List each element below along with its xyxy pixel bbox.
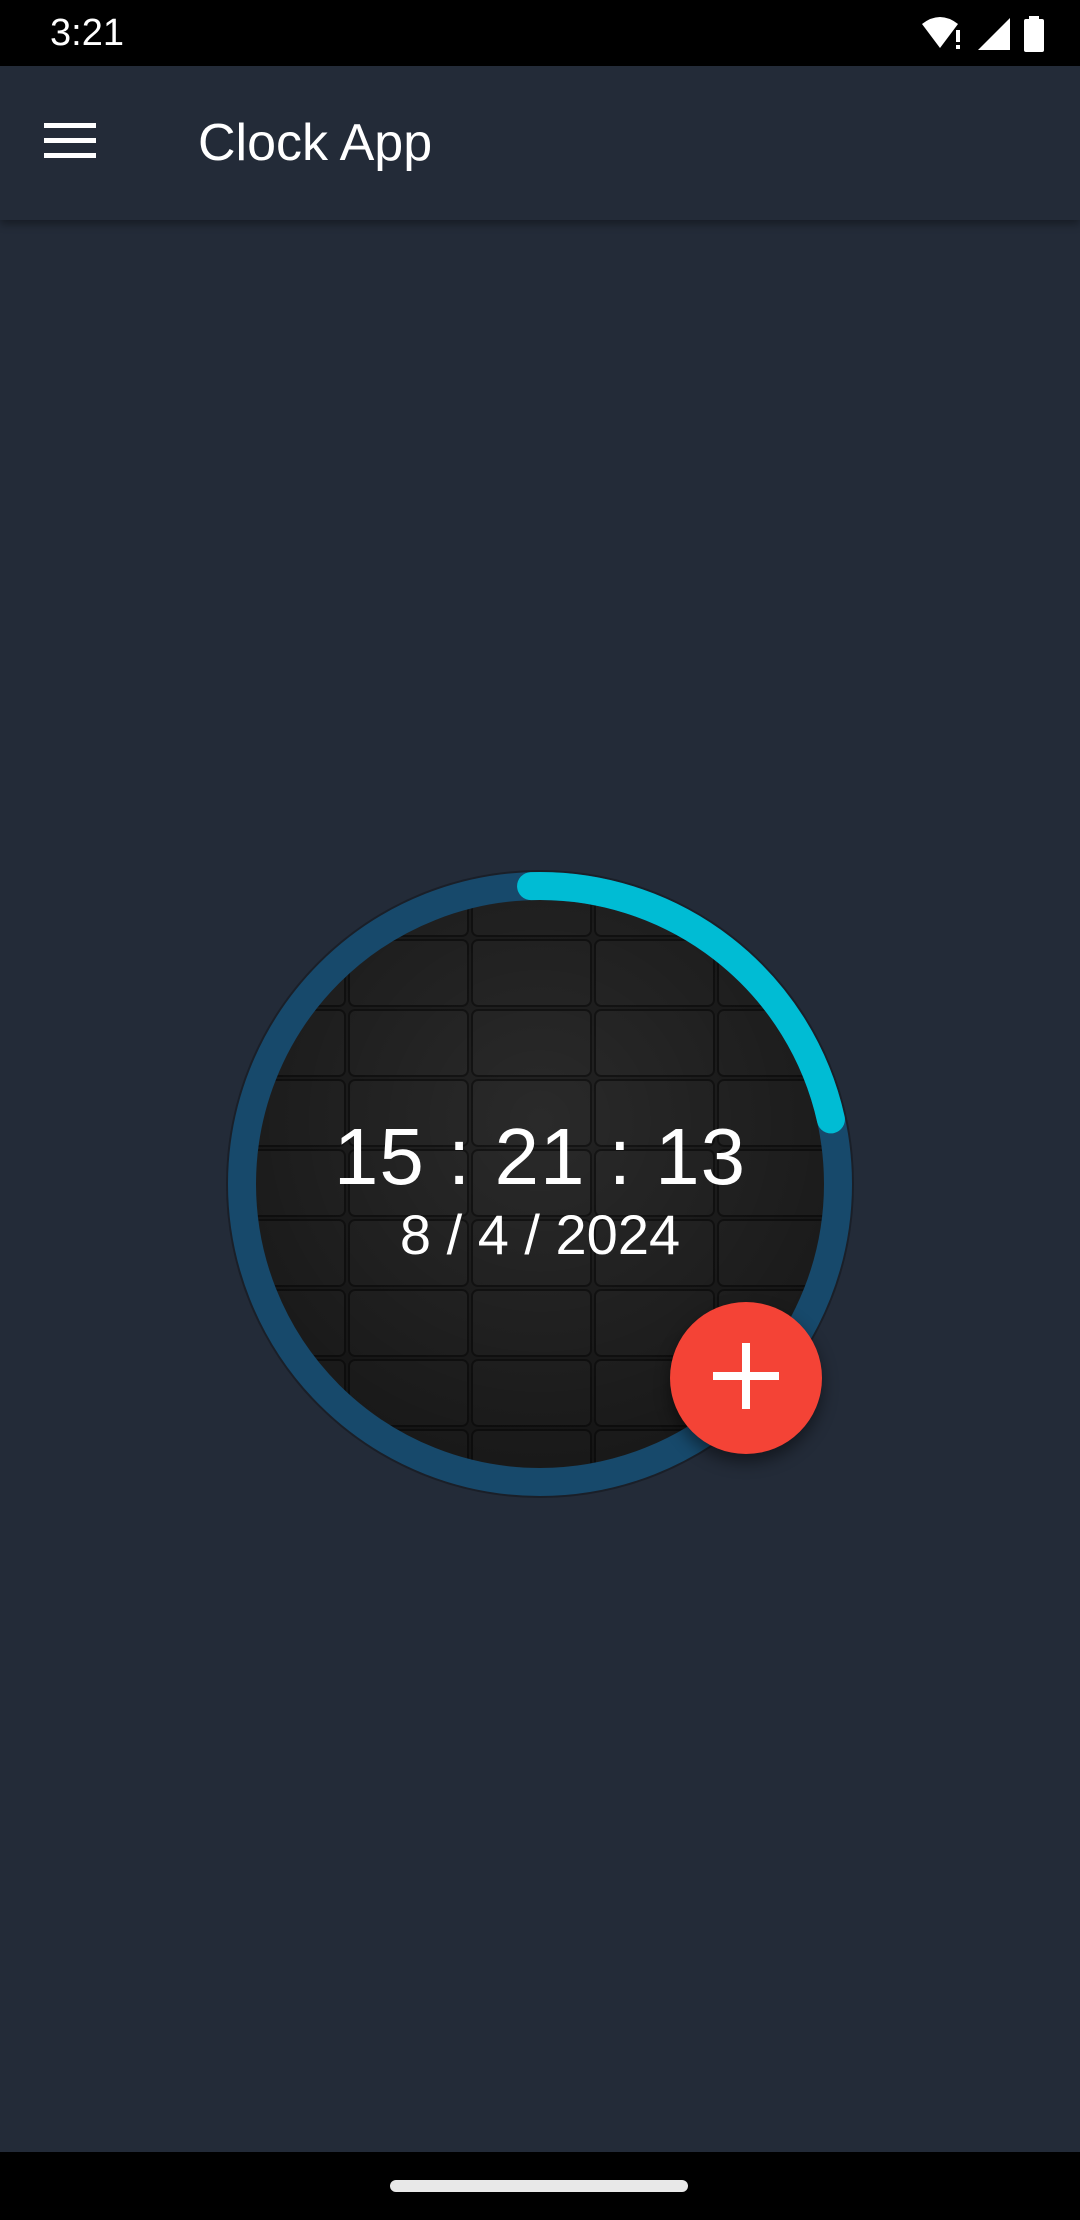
clock-date: 8 / 4 / 2024: [399, 1203, 681, 1266]
add-button[interactable]: [670, 1302, 822, 1454]
status-icons: [920, 14, 1046, 54]
clock-app-screen: 3:21 Clock App 15: 21: 13 8 / 4 / 2024: [0, 0, 1080, 2220]
clock-time: 15 : 21 : 13: [333, 1112, 747, 1201]
app-bar: Clock App: [0, 66, 1080, 220]
status-bar: 3:21: [0, 0, 1080, 66]
navigation-bar: [0, 2152, 1080, 2220]
plus-icon: [713, 1343, 779, 1413]
hamburger-menu-icon: [44, 123, 96, 163]
app-title: Clock App: [198, 114, 433, 172]
battery-icon: [1022, 14, 1046, 54]
status-time: 3:21: [50, 12, 124, 54]
cellular-signal-icon: [974, 14, 1012, 54]
wifi-alert-icon: [920, 14, 964, 54]
home-gesture-handle[interactable]: [390, 2180, 688, 2192]
menu-button[interactable]: [30, 103, 110, 183]
